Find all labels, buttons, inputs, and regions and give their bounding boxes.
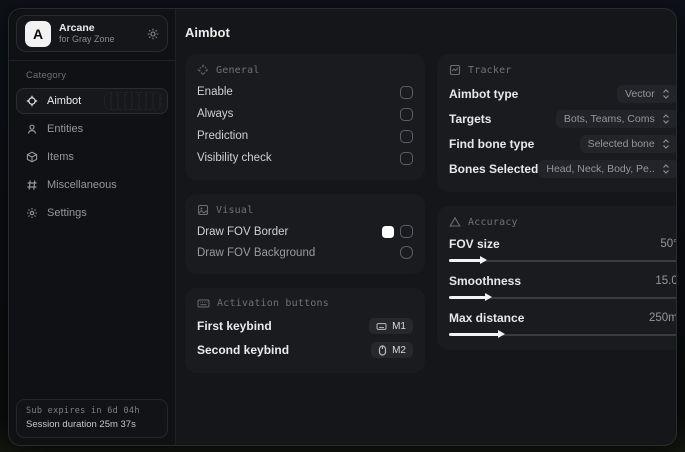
setting-row-bones-selected: Bones Selected Head, Neck, Body, Pe.. [449,156,676,181]
crosshair-dotted-icon [197,64,209,76]
sidebar-item-items[interactable]: Items [16,144,168,170]
enable-checkbox[interactable] [400,85,413,99]
general-card: General Enable Always Prediction Visibil… [185,54,425,180]
sidebar-divider [9,60,175,61]
session-duration-text: Session duration 25m 37s [26,419,136,430]
setting-row-always: Always [197,103,413,125]
prediction-checkbox[interactable] [400,129,413,143]
sidebar-item-settings[interactable]: Settings [16,200,168,226]
sub-expires-text: Sub expires in 6d 04h [26,406,140,416]
always-checkbox[interactable] [400,107,413,121]
app-subtitle: for Gray Zone [59,34,115,45]
activation-buttons-card: Activation buttons First keybind M1 Seco… [185,288,425,373]
app-window: A Arcane for Gray Zone Category Aimbot E… [8,8,677,446]
chevron-up-down-icon [662,138,670,149]
sidebar-item-label: Miscellaneous [47,179,117,191]
max-distance-slider[interactable] [449,330,676,339]
card-title: Activation buttons [217,298,329,309]
smoothness-value: 15.0 [655,275,677,287]
sidebar-item-miscellaneous[interactable]: Miscellaneous [16,172,168,198]
setting-row-second-keybind: Second keybind M2 [197,338,413,362]
settings-gear-icon [26,207,38,219]
slider-fill-0 [449,256,488,264]
setting-row-prediction: Prediction [197,125,413,147]
left-column: General Enable Always Prediction Visibil… [185,54,425,373]
keyboard-icon [376,322,387,331]
right-column: Tracker Aimbot type Vector Targets Bots,… [437,54,677,373]
fov-size-value: 50° [660,238,677,250]
sidebar: A Arcane for Gray Zone Category Aimbot E… [9,9,176,445]
setting-row-draw-fov-background: Draw FOV Background [197,242,413,263]
crosshair-icon [26,95,38,107]
keyboard-icon [197,298,210,309]
setting-row-visibility-check: Visibility check [197,147,413,169]
package-icon [26,151,38,163]
slider-fill-1 [449,293,492,301]
app-header: A Arcane for Gray Zone [16,15,168,52]
fov-size-slider[interactable] [449,256,676,265]
card-title: Tracker [468,64,512,76]
setting-row-smoothness: Smoothness 15.0 [449,274,677,302]
chevron-up-down-icon [662,88,670,99]
image-icon [197,204,209,216]
chevron-up-down-icon [662,163,670,174]
app-logo: A [25,20,51,47]
sidebar-item-label: Entities [47,123,84,135]
sidebar-item-label: Aimbot [47,95,82,107]
sidebar-item-aimbot[interactable]: Aimbot [16,88,168,114]
chevron-up-down-icon [662,113,670,124]
setting-row-fov-size: FOV size 50° [449,237,677,265]
subscription-info: Sub expires in 6d 04h Session duration 2… [16,399,168,438]
setting-row-draw-fov-border: Draw FOV Border [197,221,413,242]
tracker-card: Tracker Aimbot type Vector Targets Bots,… [437,54,676,192]
setting-row-find-bone-type: Find bone type Selected bone [449,131,676,156]
category-label: Category [26,70,67,81]
triangle-icon [449,216,461,228]
draw-fov-border-checkbox[interactable] [400,225,413,238]
setting-row-targets: Targets Bots, Teams, Coms [449,106,676,131]
sidebar-item-label: Items [47,151,74,163]
accuracy-card: Accuracy FOV size 50° Smoothness 15.0 Ma… [437,206,677,350]
setting-row-aimbot-type: Aimbot type Vector [449,81,676,106]
second-keybind-button[interactable]: M2 [371,342,413,358]
watermark [104,92,162,110]
targets-select[interactable]: Bots, Teams, Coms [555,109,676,128]
smoothness-slider[interactable] [449,293,676,302]
aimbot-type-select[interactable]: Vector [616,84,676,103]
first-keybind-button[interactable]: M1 [369,318,413,334]
draw-fov-background-checkbox[interactable] [400,246,413,259]
app-header-text: Arcane for Gray Zone [59,22,139,44]
slider-fill-2 [449,330,506,338]
gear-icon[interactable] [147,28,159,40]
setting-row-max-distance: Max distance 250m [449,311,677,339]
bones-selected-select[interactable]: Head, Neck, Body, Pe.. [538,159,676,178]
visibility-check-checkbox[interactable] [400,151,413,165]
fov-border-color-swatch[interactable] [382,225,394,238]
visual-card: Visual Draw FOV Border Draw FOV Backgrou… [185,194,425,274]
page-title: Aimbot [185,25,230,40]
hash-icon [26,179,38,191]
app-name: Arcane [59,22,95,35]
card-title: Visual [216,204,254,216]
entities-icon [26,123,38,135]
sidebar-menu: Aimbot Entities Items Miscellaneous Sett… [9,88,175,226]
setting-row-first-keybind: First keybind M1 [197,314,413,338]
setting-row-enable: Enable [197,81,413,103]
max-distance-value: 250m [648,312,677,324]
sidebar-item-entities[interactable]: Entities [16,116,168,142]
sidebar-item-label: Settings [47,207,87,219]
activity-icon [449,64,461,76]
card-title: General [216,64,260,76]
mouse-icon [378,344,387,356]
main-panel: Aimbot General Enable Always Prediction … [176,9,677,445]
find-bone-type-select[interactable]: Selected bone [579,134,676,153]
card-title: Accuracy [468,216,518,228]
